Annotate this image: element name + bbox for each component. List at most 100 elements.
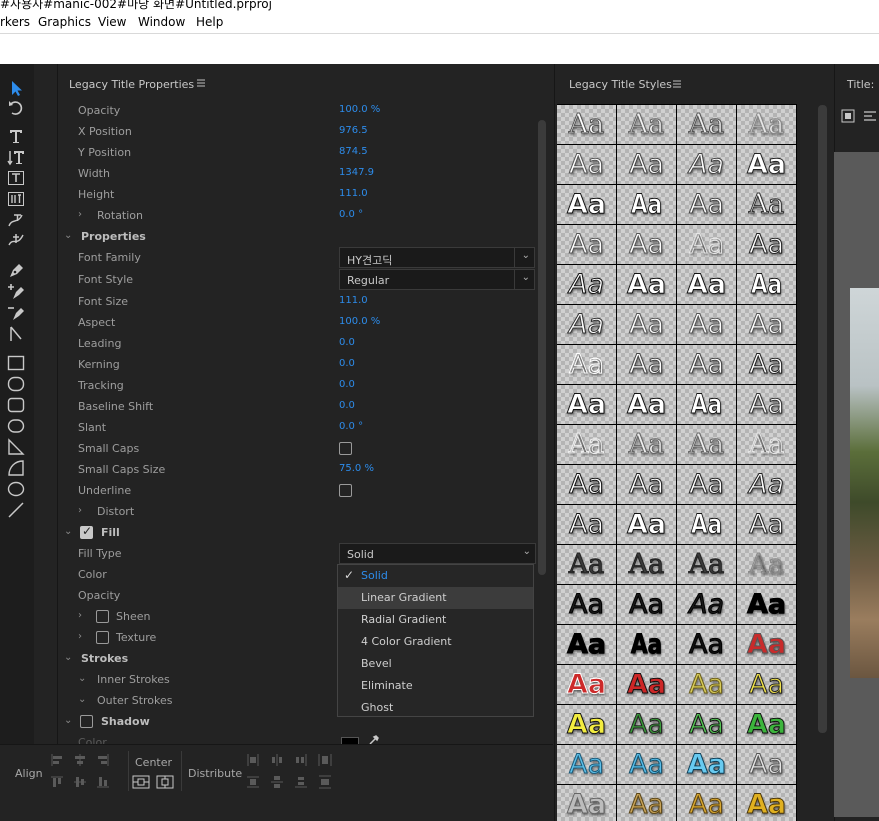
style-swatch[interactable]: Aa bbox=[677, 465, 736, 504]
dropdown-option-eliminate[interactable]: Eliminate bbox=[338, 675, 533, 697]
align-right-icon[interactable] bbox=[96, 753, 110, 767]
dropdown-option-4-color-gradient[interactable]: 4 Color Gradient bbox=[338, 631, 533, 653]
section-properties[interactable]: ⌄ Properties bbox=[58, 226, 538, 247]
slant-value[interactable]: 0.0 ° bbox=[339, 421, 363, 432]
style-swatch[interactable]: Aa bbox=[617, 385, 676, 424]
panel-menu-icon[interactable] bbox=[196, 78, 206, 88]
distribute-center-h-icon[interactable] bbox=[270, 753, 284, 767]
font-size-value[interactable]: 111.0 bbox=[339, 295, 368, 306]
style-swatch[interactable]: Aa bbox=[557, 705, 616, 744]
style-swatch[interactable]: Aa bbox=[617, 425, 676, 464]
small-caps-size-value[interactable]: 75.0 % bbox=[339, 463, 374, 474]
style-swatch[interactable]: Aa bbox=[557, 105, 616, 144]
menu-view[interactable]: View bbox=[98, 15, 126, 29]
style-swatch[interactable]: Aa bbox=[617, 265, 676, 304]
style-swatch[interactable]: Aa bbox=[737, 305, 796, 344]
underline-checkbox[interactable] bbox=[339, 484, 352, 497]
shadow-checkbox[interactable] bbox=[80, 715, 93, 728]
center-horizontal-icon[interactable] bbox=[132, 775, 150, 789]
style-swatch[interactable]: Aa bbox=[737, 425, 796, 464]
style-swatch[interactable]: Aa bbox=[557, 665, 616, 704]
distribute-middle-v-icon[interactable] bbox=[270, 775, 284, 789]
align-top-icon[interactable] bbox=[50, 775, 64, 789]
style-swatch[interactable]: Aa bbox=[737, 105, 796, 144]
small-caps-checkbox[interactable] bbox=[339, 442, 352, 455]
vertical-type-tool-icon[interactable] bbox=[6, 147, 26, 167]
style-swatch[interactable]: Aa bbox=[677, 265, 736, 304]
font-style-select[interactable]: Regular ⌄ bbox=[339, 269, 535, 290]
fill-type-select[interactable]: Solid ⌄ bbox=[339, 543, 536, 564]
fill-checkbox[interactable] bbox=[80, 524, 93, 539]
style-swatch[interactable]: Aa bbox=[737, 745, 796, 784]
style-swatch[interactable]: Aa bbox=[677, 385, 736, 424]
style-swatch[interactable]: Aa bbox=[737, 545, 796, 584]
style-swatch[interactable]: Aa bbox=[617, 225, 676, 264]
align-left-icon[interactable] bbox=[50, 753, 64, 767]
arc-tool-icon[interactable] bbox=[6, 458, 26, 478]
pen-tool-icon[interactable] bbox=[6, 261, 26, 281]
align-middle-v-icon[interactable] bbox=[73, 775, 87, 789]
menu-help[interactable]: Help bbox=[196, 15, 223, 29]
style-swatch[interactable]: Aa bbox=[557, 745, 616, 784]
clipped-corner-rectangle-tool-icon[interactable] bbox=[6, 395, 26, 415]
shadow-color-swatch[interactable] bbox=[341, 737, 359, 744]
distribute-space-v-icon[interactable] bbox=[318, 775, 332, 789]
style-swatch[interactable]: Aa bbox=[677, 625, 736, 664]
baseline-shift-value[interactable]: 0.0 bbox=[339, 400, 355, 411]
rounded-rectangle-tool-icon[interactable] bbox=[6, 416, 26, 436]
chevron-down-icon[interactable]: ⌄ bbox=[64, 230, 72, 241]
chevron-down-icon[interactable]: ⌄ bbox=[78, 694, 86, 705]
style-swatch[interactable]: Aa bbox=[557, 145, 616, 184]
style-swatch[interactable]: Aa bbox=[677, 185, 736, 224]
style-swatch[interactable]: Aa bbox=[737, 465, 796, 504]
style-swatch[interactable]: Aa bbox=[617, 145, 676, 184]
distribute-bottom-icon[interactable] bbox=[294, 775, 308, 789]
distribute-right-icon[interactable] bbox=[294, 753, 308, 767]
style-swatch[interactable]: Aa bbox=[737, 145, 796, 184]
style-swatch[interactable]: Aa bbox=[557, 625, 616, 664]
style-swatch[interactable]: Aa bbox=[617, 585, 676, 624]
prop-row-distort[interactable]: › Distort bbox=[58, 501, 538, 522]
ellipse-tool-icon[interactable] bbox=[6, 479, 26, 499]
dropdown-option-bevel[interactable]: Bevel bbox=[338, 653, 533, 675]
chevron-down-icon[interactable]: ⌄ bbox=[64, 526, 72, 537]
style-swatch[interactable]: Aa bbox=[737, 185, 796, 224]
style-swatch[interactable]: Aa bbox=[617, 305, 676, 344]
line-tool-icon[interactable] bbox=[6, 500, 26, 520]
style-swatch[interactable]: Aa bbox=[677, 745, 736, 784]
type-tool-icon[interactable] bbox=[6, 126, 26, 146]
rotation-tool-icon[interactable] bbox=[6, 98, 26, 118]
properties-scrollbar[interactable] bbox=[538, 120, 546, 575]
style-swatch[interactable]: Aa bbox=[617, 625, 676, 664]
chevron-down-icon[interactable]: ⌄ bbox=[64, 715, 72, 726]
style-swatch[interactable]: Aa bbox=[557, 425, 616, 464]
style-swatch[interactable]: Aa bbox=[617, 545, 676, 584]
chevron-down-icon[interactable]: ⌄ bbox=[64, 652, 72, 663]
style-swatch[interactable]: Aa bbox=[677, 145, 736, 184]
height-value[interactable]: 111.0 bbox=[339, 188, 368, 199]
style-swatch[interactable]: Aa bbox=[677, 425, 736, 464]
chevron-down-icon[interactable]: ⌄ bbox=[78, 673, 86, 684]
width-value[interactable]: 1347.9 bbox=[339, 167, 374, 178]
kerning-value[interactable]: 0.0 bbox=[339, 358, 355, 369]
rectangle-tool-icon[interactable] bbox=[6, 353, 26, 373]
dropdown-option-ghost[interactable]: Ghost bbox=[338, 697, 533, 719]
style-swatch[interactable]: Aa bbox=[737, 265, 796, 304]
leading-value[interactable]: 0.0 bbox=[339, 337, 355, 348]
style-swatch[interactable]: Aa bbox=[557, 545, 616, 584]
style-swatch[interactable]: Aa bbox=[677, 345, 736, 384]
style-swatch[interactable]: Aa bbox=[677, 305, 736, 344]
style-swatch[interactable]: Aa bbox=[737, 665, 796, 704]
style-swatch[interactable]: Aa bbox=[617, 465, 676, 504]
menu-window[interactable]: Window bbox=[138, 15, 185, 29]
style-swatch[interactable]: Aa bbox=[677, 505, 736, 544]
styles-scrollbar[interactable] bbox=[818, 105, 827, 733]
chevron-right-icon[interactable]: › bbox=[78, 610, 82, 621]
style-swatch[interactable]: Aa bbox=[617, 505, 676, 544]
distribute-space-h-icon[interactable] bbox=[318, 753, 332, 767]
section-fill[interactable]: ⌄ Fill bbox=[58, 522, 538, 543]
safe-margins-icon[interactable] bbox=[841, 109, 855, 123]
style-swatch[interactable]: Aa bbox=[617, 665, 676, 704]
style-swatch[interactable]: Aa bbox=[617, 785, 676, 821]
distribute-top-icon[interactable] bbox=[246, 775, 260, 789]
